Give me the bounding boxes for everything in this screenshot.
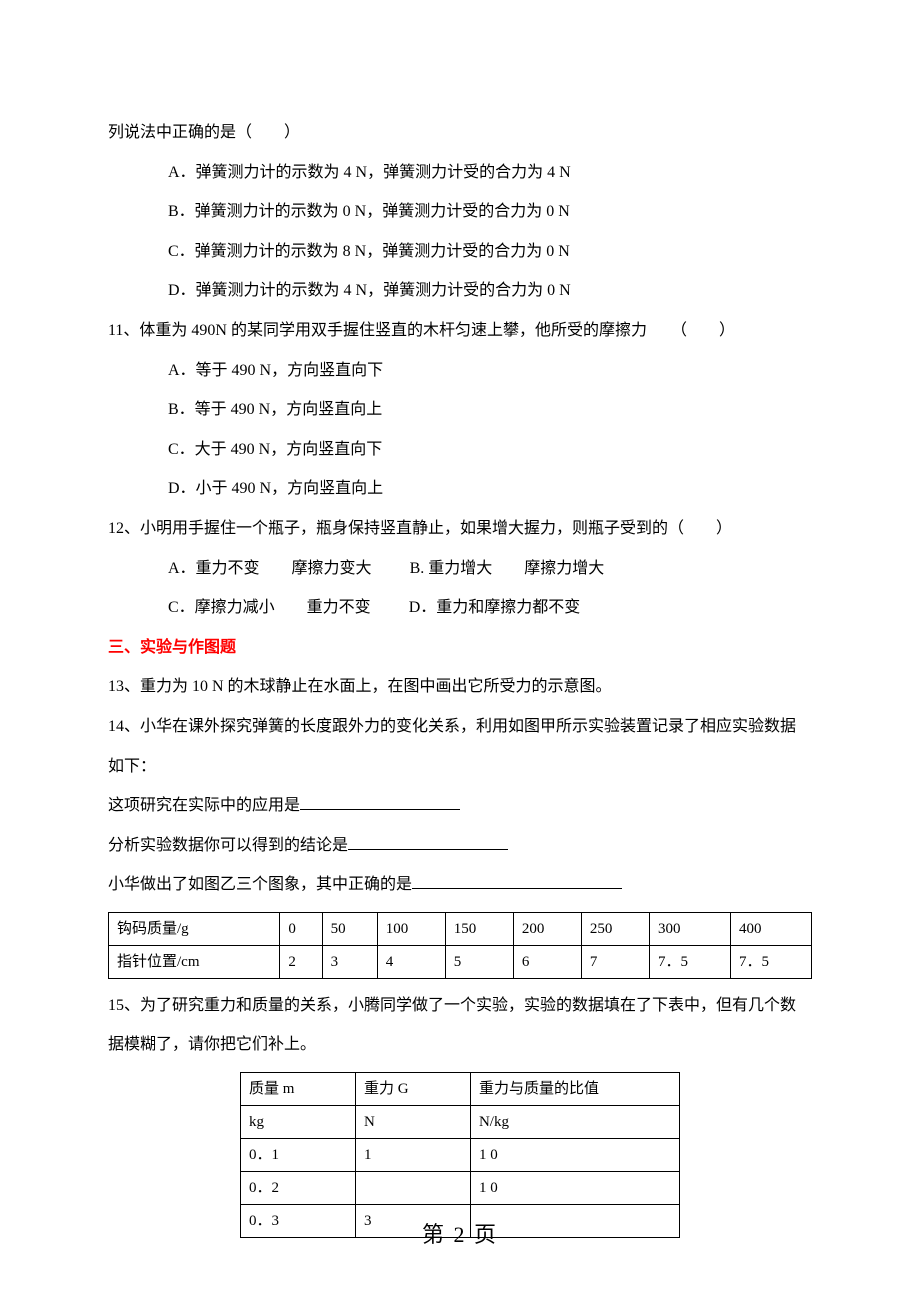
q12-choices-row2: C．摩擦力减小 重力不变 D．重力和摩擦力都不变 bbox=[108, 595, 812, 621]
q10-stem: 列说法中正确的是（ ） bbox=[108, 120, 812, 146]
q15-h1b: 重力 G bbox=[355, 1073, 470, 1106]
q14-line3: 这项研究在实际中的应用是 bbox=[108, 797, 300, 814]
q10-choice-c: C．弹簧测力计的示数为 8 N，弹簧测力计受的合力为 0 N bbox=[108, 239, 812, 265]
table-cell: 0．2 bbox=[241, 1172, 356, 1205]
q10-choice-d: D．弹簧测力计的示数为 4 N，弹簧测力计受的合力为 0 N bbox=[108, 278, 812, 304]
table-cell: 1 0 bbox=[470, 1172, 679, 1205]
q14-line5-wrap: 小华做出了如图乙三个图象，其中正确的是 bbox=[108, 872, 812, 898]
q14-table: 钩码质量/g 0 50 100 150 200 250 300 400 指针位置… bbox=[108, 912, 812, 979]
fill-blank[interactable] bbox=[348, 834, 508, 850]
q10-choice-a: A．弹簧测力计的示数为 4 N，弹簧测力计受的合力为 4 N bbox=[108, 160, 812, 186]
table-cell: 6 bbox=[513, 945, 581, 978]
q15-h2b: N bbox=[355, 1106, 470, 1139]
q14-line4-wrap: 分析实验数据你可以得到的结论是 bbox=[108, 833, 812, 859]
table-cell: 2 bbox=[280, 945, 322, 978]
table-cell[interactable] bbox=[355, 1172, 470, 1205]
q14-th-pointer: 指针位置/cm bbox=[109, 945, 280, 978]
q11-choice-d: D．小于 490 N，方向竖直向上 bbox=[108, 476, 812, 502]
q15-h1c: 重力与质量的比值 bbox=[470, 1073, 679, 1106]
q11-stem: 11、体重为 490N 的某同学用双手握住竖直的木杆匀速上攀，他所受的摩擦力 （… bbox=[108, 318, 812, 344]
q14-line5: 小华做出了如图乙三个图象，其中正确的是 bbox=[108, 876, 412, 893]
table-cell: 0 bbox=[280, 912, 322, 945]
table-cell: 4 bbox=[377, 945, 445, 978]
table-cell: 100 bbox=[377, 912, 445, 945]
q14-th-mass: 钩码质量/g bbox=[109, 912, 280, 945]
table-cell: 5 bbox=[445, 945, 513, 978]
q15-h2c: N/kg bbox=[470, 1106, 679, 1139]
q12-choice-d: D．重力和摩擦力都不变 bbox=[409, 599, 581, 616]
q14-line3-wrap: 这项研究在实际中的应用是 bbox=[108, 793, 812, 819]
fill-blank[interactable] bbox=[412, 873, 622, 889]
table-cell: 200 bbox=[513, 912, 581, 945]
q15-line2: 据模糊了，请你把它们补上。 bbox=[108, 1032, 812, 1058]
table-cell: 7．5 bbox=[649, 945, 730, 978]
table-cell: 1 bbox=[355, 1139, 470, 1172]
q11-choice-b: B．等于 490 N，方向竖直向上 bbox=[108, 397, 812, 423]
q15-line1: 15、为了研究重力和质量的关系，小腾同学做了一个实验，实验的数据填在了下表中，但… bbox=[108, 993, 812, 1019]
table-cell: 7 bbox=[581, 945, 649, 978]
q14-line1: 14、小华在课外探究弹簧的长度跟外力的变化关系，利用如图甲所示实验装置记录了相应… bbox=[108, 714, 812, 740]
table-cell: 1 0 bbox=[470, 1139, 679, 1172]
q12-choice-c: C．摩擦力减小 重力不变 bbox=[168, 599, 371, 616]
q15-table: 质量 m 重力 G 重力与质量的比值 kg N N/kg 0．1 1 1 0 0… bbox=[240, 1072, 680, 1238]
q12-choice-b: B. 重力增大 摩擦力增大 bbox=[410, 560, 605, 577]
q12-choice-a: A．重力不变 摩擦力变大 bbox=[168, 560, 372, 577]
table-cell: 50 bbox=[322, 912, 377, 945]
section-3-header: 三、实验与作图题 bbox=[108, 635, 812, 661]
fill-blank[interactable] bbox=[300, 794, 460, 810]
q14-line4: 分析实验数据你可以得到的结论是 bbox=[108, 837, 348, 854]
q13-stem: 13、重力为 10 N 的木球静止在水面上，在图中画出它所受力的示意图。 bbox=[108, 674, 812, 700]
q11-choice-c: C．大于 490 N，方向竖直向下 bbox=[108, 437, 812, 463]
page-number: 第 2 页 bbox=[0, 1217, 920, 1252]
q15-h2a: kg bbox=[241, 1106, 356, 1139]
q12-stem: 12、小明用手握住一个瓶子，瓶身保持竖直静止，如果增大握力，则瓶子受到的（ ） bbox=[108, 516, 812, 542]
q11-choice-a: A．等于 490 N，方向竖直向下 bbox=[108, 358, 812, 384]
table-cell: 250 bbox=[581, 912, 649, 945]
q12-choices-row1: A．重力不变 摩擦力变大 B. 重力增大 摩擦力增大 bbox=[108, 556, 812, 582]
q15-h1a: 质量 m bbox=[241, 1073, 356, 1106]
q14-line2: 如下： bbox=[108, 754, 812, 780]
table-cell: 3 bbox=[322, 945, 377, 978]
table-cell: 400 bbox=[730, 912, 811, 945]
table-cell: 300 bbox=[649, 912, 730, 945]
table-cell: 7．5 bbox=[730, 945, 811, 978]
table-cell: 150 bbox=[445, 912, 513, 945]
q10-choice-b: B．弹簧测力计的示数为 0 N，弹簧测力计受的合力为 0 N bbox=[108, 199, 812, 225]
table-cell: 0．1 bbox=[241, 1139, 356, 1172]
